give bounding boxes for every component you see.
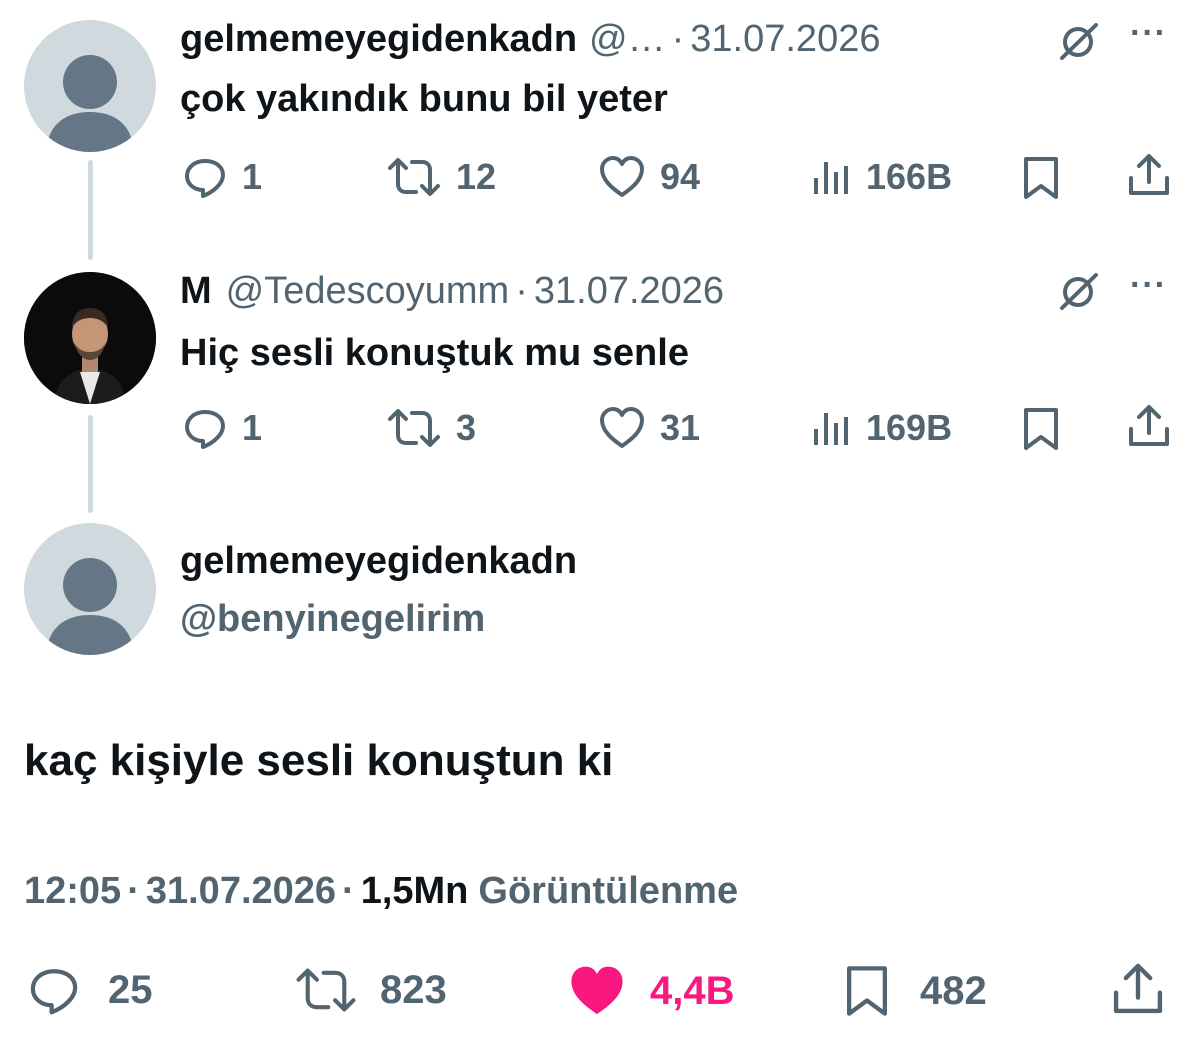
- default-avatar-icon: [46, 55, 134, 152]
- retweet-icon: [388, 158, 440, 196]
- retweet-icon: [296, 968, 356, 1012]
- more-icon[interactable]: ···: [1130, 14, 1167, 53]
- grok-icon[interactable]: [1056, 20, 1100, 69]
- bookmark-icon[interactable]: [1020, 406, 1062, 457]
- bookmark-count: 482: [920, 968, 987, 1013]
- like-button[interactable]: 94: [598, 154, 700, 200]
- like-count: 31: [660, 407, 701, 448]
- share-icon[interactable]: [1126, 152, 1172, 203]
- author-handle[interactable]: @…: [589, 18, 666, 61]
- views-count: 166B: [866, 156, 953, 197]
- author-name[interactable]: gelmemeyegidenkadn: [180, 18, 577, 61]
- reply-icon: [185, 159, 225, 198]
- views-count: 1,5Mn: [360, 870, 469, 912]
- retweet-button[interactable]: 823: [294, 963, 447, 1017]
- thread-line: [88, 415, 93, 513]
- thread-line: [88, 160, 93, 260]
- retweet-count: 823: [380, 967, 447, 1012]
- separator: ·: [127, 870, 140, 912]
- default-avatar-icon: [46, 558, 134, 655]
- author-handle[interactable]: @Tedescoyumm: [226, 270, 510, 313]
- author-name[interactable]: gelmemeyegidenkadn: [180, 540, 577, 583]
- tweet-text: Hiç sesli konuştuk mu senle: [180, 332, 689, 374]
- share-icon[interactable]: [1110, 960, 1166, 1023]
- views-button[interactable]: 166B: [810, 154, 952, 200]
- heart-icon: [600, 407, 644, 448]
- like-button[interactable]: 4,4B: [566, 963, 735, 1019]
- author-name[interactable]: M: [180, 270, 212, 313]
- views-label: Görüntülenme: [478, 870, 739, 912]
- reply-icon: [30, 969, 78, 1015]
- heart-icon: [600, 156, 644, 197]
- reply-icon: [185, 410, 225, 449]
- views-button[interactable]: 169B: [810, 405, 952, 451]
- avatar-photo: [24, 272, 156, 404]
- reply-count: 1: [242, 156, 263, 197]
- separator: ·: [671, 18, 685, 60]
- views-icon: [814, 413, 848, 445]
- bookmark-icon: [847, 966, 887, 1016]
- like-count: 4,4B: [650, 968, 735, 1013]
- reply-button[interactable]: 1: [182, 154, 262, 200]
- views-icon: [814, 162, 848, 194]
- avatar[interactable]: [24, 272, 156, 404]
- heart-icon: [571, 966, 623, 1015]
- tweet-date[interactable]: 31.07.2026: [534, 270, 724, 313]
- bookmark-icon[interactable]: [1020, 155, 1062, 206]
- views-count: 169B: [866, 407, 953, 448]
- reply-button[interactable]: 1: [182, 405, 262, 451]
- main-tweet-text: kaç kişiyle sesli konuştun ki: [24, 736, 614, 785]
- tweet-date[interactable]: 31.07.2026: [690, 18, 880, 61]
- reply-button[interactable]: 25: [26, 963, 153, 1017]
- author-handle[interactable]: @benyinegelirim: [180, 598, 485, 641]
- share-icon[interactable]: [1126, 403, 1172, 454]
- more-icon[interactable]: ···: [1130, 266, 1167, 305]
- retweet-count: 12: [456, 156, 497, 197]
- separator: ·: [342, 870, 355, 912]
- like-button[interactable]: 31: [598, 405, 700, 451]
- reply-count: 1: [242, 407, 263, 448]
- grok-icon[interactable]: [1056, 270, 1100, 319]
- avatar[interactable]: [24, 20, 156, 152]
- tweet-time[interactable]: 12:05: [24, 870, 121, 913]
- reply-count: 25: [108, 967, 153, 1012]
- separator: ·: [515, 270, 528, 312]
- tweet-date[interactable]: 31.07.2026: [146, 870, 336, 913]
- tweet-text: çok yakındık bunu bil yeter: [180, 78, 668, 120]
- retweet-count: 3: [456, 407, 477, 448]
- retweet-button[interactable]: 3: [386, 405, 476, 451]
- like-count: 94: [660, 156, 701, 197]
- retweet-button[interactable]: 12: [386, 154, 496, 200]
- retweet-icon: [388, 409, 440, 447]
- avatar[interactable]: [24, 523, 156, 655]
- bookmark-button[interactable]: 482: [842, 963, 987, 1019]
